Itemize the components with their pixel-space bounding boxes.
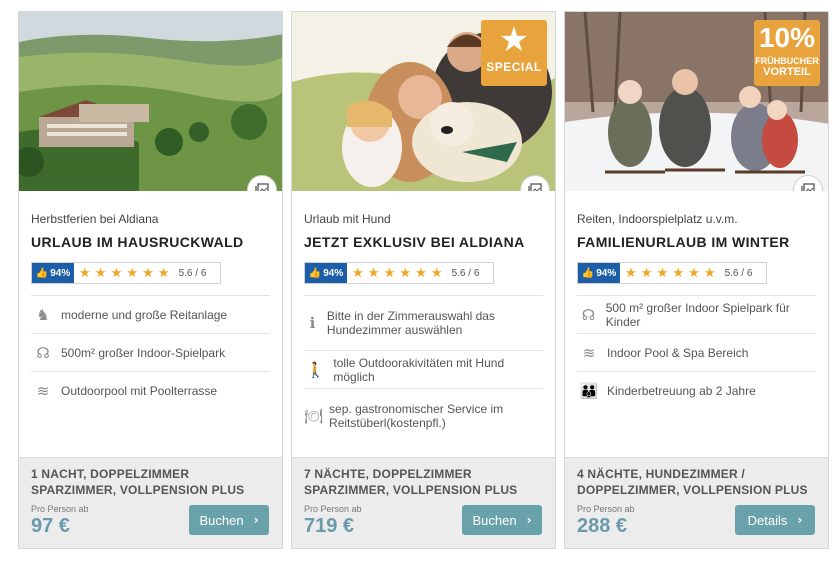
feature-text: tolle Outdoorakivitäten mit Hund möglich <box>333 355 505 384</box>
rating-bar: 👍 94% ★ ★ ★ ★ ★ ★ 5.6 / 6 <box>577 262 767 284</box>
offer-card[interactable]: Herbstferien bei Aldiana URLAUB IM HAUSR… <box>18 11 283 549</box>
recommendation-percent: 94% <box>596 267 617 279</box>
feature-item: ℹ Bitte in der Zimmerauswahl das Hundezim… <box>304 295 543 350</box>
feature-text: 500m² großer Indoor-Spielpark <box>61 345 226 360</box>
room-description: 7 NÄCHTE, DOPPELZIMMER SPARZIMMER, VOLLP… <box>304 467 518 497</box>
feature-item: 👪 Kinderbetreuung ab 2 Jahre <box>577 371 816 409</box>
offer-title[interactable]: FAMILIENURLAUB IM WINTER <box>577 234 816 252</box>
feature-text: Kinderbetreuung ab 2 Jahre <box>607 383 756 398</box>
book-button-label: Buchen <box>199 512 244 528</box>
offer-card[interactable]: ★ SPECIAL Urlaub mit Hund JETZT EXKLUSIV… <box>291 11 556 549</box>
offer-subtitle: Urlaub mit Hund <box>304 212 391 226</box>
recommendation-badge: 👍 94% <box>305 263 347 283</box>
gallery-icon <box>255 183 269 191</box>
chevron-right-icon: › <box>253 513 259 527</box>
feature-item: ☊ 500m² großer Indoor-Spielpark <box>31 333 270 371</box>
feature-list: ℹ Bitte in der Zimmerauswahl das Hundezim… <box>304 295 543 443</box>
rating-bar: 👍 94% ★ ★ ★ ★ ★ ★ 5.6 / 6 <box>304 262 494 284</box>
details-button[interactable]: Details › <box>735 505 815 535</box>
offer-footer: 1 NACHT, DOPPELZIMMER SPARZIMMER, VOLLPE… <box>19 457 282 548</box>
playground-icon: ☊ <box>581 305 596 324</box>
feature-item: ≋ Outdoorpool mit Poolterrasse <box>31 371 270 409</box>
hotel-image[interactable]: ★ SPECIAL <box>292 12 555 191</box>
feature-text: Bitte in der Zimmerauswahl das Hundezimm… <box>326 309 495 337</box>
badge-line-1: FRÜHBUCHER <box>755 56 819 66</box>
offer-footer: 7 NÄCHTE, DOPPELZIMMER SPARZIMMER, VOLLP… <box>292 457 555 548</box>
childcare-icon: 👪 <box>579 381 599 400</box>
feature-item: ☊ 500 m² großer Indoor Spielpark für Kind… <box>577 295 816 333</box>
badge-line-2: VORTEIL <box>763 66 811 78</box>
rating-score: 5.6 / 6 <box>451 267 480 279</box>
early-booking-badge: 10% FRÜHBUCHER VORTEIL <box>754 20 820 86</box>
rating-stars: ★ ★ ★ ★ ★ ★ <box>352 265 443 281</box>
feature-item: ♞ moderne und große Reitanlage <box>31 295 270 333</box>
recommendation-badge: 👍 94% <box>578 263 620 283</box>
offer-card[interactable]: 10% FRÜHBUCHER VORTEIL Reiten, Indoorspi… <box>564 11 829 549</box>
feature-list: ☊ 500 m² großer Indoor Spielpark für Kind… <box>577 295 816 409</box>
book-button-label: Buchen <box>472 512 517 528</box>
room-description: 1 NACHT, DOPPELZIMMER SPARZIMMER, VOLLPE… <box>31 467 245 497</box>
feature-item: ≋ Indoor Pool & Spa Bereich <box>577 333 816 371</box>
rating-score: 5.6 / 6 <box>724 267 753 279</box>
special-badge: ★ SPECIAL <box>481 20 547 86</box>
discount-percent: 10% <box>758 22 816 53</box>
feature-text: sep. gastronomischer Service im Reitstüb… <box>329 402 504 430</box>
feature-list: ♞ moderne und große Reitanlage ☊ 500m² gro… <box>31 295 270 409</box>
pool-icon: ≋ <box>582 343 596 362</box>
offer-title[interactable]: JETZT EXKLUSIV BEI ALDIANA <box>304 234 543 252</box>
feature-text: moderne und große Reitanlage <box>61 307 228 322</box>
details-button-label: Details <box>747 512 788 528</box>
badge-label: SPECIAL <box>486 60 542 74</box>
landscape-photo <box>19 12 282 191</box>
book-button[interactable]: Buchen › <box>189 505 269 535</box>
info-icon: ℹ <box>309 314 316 332</box>
recommendation-percent: 94% <box>323 267 344 279</box>
chevron-right-icon: › <box>526 513 532 527</box>
recommendation-badge: 👍 94% <box>32 263 74 283</box>
offer-subtitle: Herbstferien bei Aldiana <box>31 212 159 226</box>
thumbs-up-icon: 👍 <box>35 267 49 279</box>
rating-score: 5.6 / 6 <box>178 267 207 279</box>
gallery-icon <box>801 183 815 191</box>
offer-title[interactable]: URLAUB IM HAUSRUCKWALD <box>31 234 270 252</box>
horse-riding-icon: ♞ <box>36 305 50 324</box>
feature-item: 🚶 tolle Outdoorakivitäten mit Hund möglic… <box>304 350 543 388</box>
offer-cards: Herbstferien bei Aldiana URLAUB IM HAUSR… <box>0 0 837 563</box>
rating-stars: ★ ★ ★ ★ ★ ★ <box>79 265 170 281</box>
offer-subtitle: Reiten, Indoorspielplatz u.v.m. <box>577 212 738 226</box>
room-description: 4 NÄCHTE, HUNDEZIMMER / DOPPELZIMMER, VO… <box>577 467 808 497</box>
rating-stars: ★ ★ ★ ★ ★ ★ <box>625 265 716 281</box>
gallery-icon <box>528 183 542 191</box>
feature-text: Outdoorpool mit Poolterrasse <box>61 383 218 398</box>
hotel-image[interactable] <box>19 12 282 191</box>
chevron-right-icon: › <box>797 513 803 527</box>
feature-item: 🍽 sep. gastronomischer Service im Reitstü… <box>304 388 543 443</box>
star-icon: ★ <box>498 20 530 60</box>
feature-text: 500 m² großer Indoor Spielpark für Kinde… <box>605 300 790 329</box>
pool-icon: ≋ <box>36 381 50 400</box>
playground-icon: ☊ <box>36 343 50 362</box>
recommendation-percent: 94% <box>50 267 71 279</box>
thumbs-up-icon: 👍 <box>308 267 322 279</box>
dining-icon: 🍽 <box>304 407 324 425</box>
offer-footer: 4 NÄCHTE, HUNDEZIMMER / DOPPELZIMMER, VO… <box>565 457 828 548</box>
book-button[interactable]: Buchen › <box>462 505 542 535</box>
thumbs-up-icon: 👍 <box>581 267 595 279</box>
hotel-image[interactable]: 10% FRÜHBUCHER VORTEIL <box>565 12 828 191</box>
rating-bar: 👍 94% ★ ★ ★ ★ ★ ★ 5.6 / 6 <box>31 262 221 284</box>
hiking-icon: 🚶 <box>306 360 326 379</box>
feature-text: Indoor Pool & Spa Bereich <box>607 345 749 360</box>
